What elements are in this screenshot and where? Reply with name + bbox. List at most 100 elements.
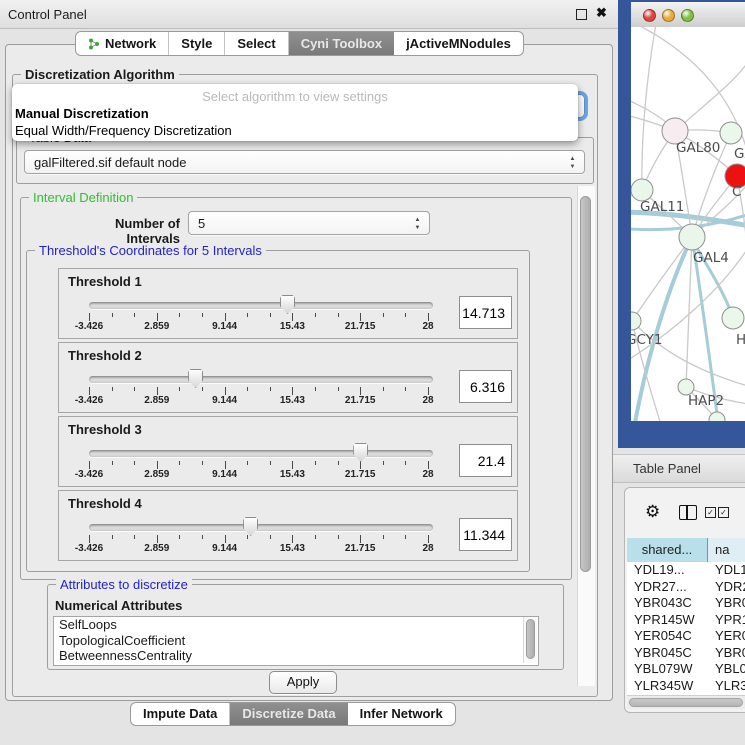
threshold-slider[interactable]: -3.4262.8599.14415.4321.71528 <box>59 269 517 338</box>
checkbox-icon[interactable]: ✓ <box>705 507 716 518</box>
cell-name[interactable]: YPR1 <box>706 612 745 629</box>
table-rows: YDL19... YDL1 YDR27... YDR2 YBR043C YBR0… <box>627 562 745 695</box>
cell-name[interactable]: YBR0 <box>706 595 745 612</box>
bottom-tab-bar: Impute Data Discretize Data Infer Networ… <box>130 702 456 726</box>
cell-shared-name[interactable]: YBR045C <box>627 645 706 662</box>
dropdown-placeholder-item[interactable]: Select algorithm to view settings <box>12 89 578 104</box>
slider-tick-label: 21.715 <box>330 469 390 480</box>
cell-shared-name[interactable]: YDL19... <box>627 562 706 579</box>
table-header-shared-name[interactable]: shared... <box>627 538 708 562</box>
slider-tick-label: 15.43 <box>262 469 322 480</box>
cell-shared-name[interactable]: YDR27... <box>627 579 706 596</box>
number-of-intervals-combo[interactable]: 5 ▲▼ <box>188 211 430 235</box>
attributes-list-scrollbar[interactable] <box>523 617 537 663</box>
table-panel-title: Table Panel <box>633 461 701 476</box>
attribute-list-item[interactable]: SelfLoops <box>54 617 538 633</box>
network-window-titlebar[interactable] <box>631 2 745 28</box>
apply-button[interactable]: Apply <box>269 671 337 694</box>
slider-track[interactable] <box>89 450 433 457</box>
numerical-attributes-list[interactable]: SelfLoopsTopologicalCoefficientBetweenne… <box>53 616 539 666</box>
columns-icon[interactable] <box>679 505 697 520</box>
tab-style[interactable]: Style <box>169 32 225 55</box>
threshold-value-field[interactable] <box>459 296 512 329</box>
table-row[interactable]: YBL079W YBL0 <box>627 661 745 678</box>
tab-jactivemnodules[interactable]: jActiveMNodules <box>394 32 523 55</box>
table-row[interactable]: YPR145W YPR1 <box>627 612 745 629</box>
tab-select[interactable]: Select <box>225 32 288 55</box>
table-horizontal-scrollbar-thumb[interactable] <box>629 698 743 707</box>
attributes-list-scrollbar-thumb[interactable] <box>526 619 535 659</box>
network-node[interactable] <box>631 312 641 330</box>
network-edge[interactable] <box>675 62 745 131</box>
dropdown-item-manual-discretization[interactable]: Manual Discretization <box>15 106 149 121</box>
threshold-slider[interactable]: -3.4262.8599.14415.4321.71528 <box>59 343 517 412</box>
table-data-combo[interactable]: galFiltered.sif default node ▲▼ <box>24 150 585 174</box>
slider-tick-label: 9.144 <box>195 469 255 480</box>
slider-tick-label: 9.144 <box>195 395 255 406</box>
cell-name[interactable]: YLR3 <box>706 678 745 695</box>
settings-scrollbar[interactable] <box>577 186 595 686</box>
table-horizontal-scrollbar[interactable] <box>627 695 745 709</box>
slider-thumb[interactable] <box>353 443 368 462</box>
window-zoom-button[interactable] <box>681 9 694 22</box>
network-graph: GAL80GACGAL11GAL4GCY1HHAP2 <box>631 27 745 421</box>
network-node[interactable] <box>720 122 742 144</box>
cell-name[interactable]: YER0 <box>706 628 745 645</box>
tab-impute-data[interactable]: Impute Data <box>131 703 230 725</box>
cell-shared-name[interactable]: YPR145W <box>627 612 706 629</box>
tab-discretize-data[interactable]: Discretize Data <box>230 703 347 725</box>
checkbox-icon[interactable]: ✓ <box>718 507 729 518</box>
table-row[interactable]: YLR345W YLR3 <box>627 678 745 695</box>
slider-thumb[interactable] <box>188 369 203 388</box>
threshold-slider[interactable]: -3.4262.8599.14415.4321.71528 <box>59 491 517 560</box>
tab-cyni-toolbox[interactable]: Cyni Toolbox <box>289 32 394 55</box>
network-node-label: C <box>732 184 741 200</box>
slider-track[interactable] <box>89 302 433 309</box>
slider-track[interactable] <box>89 524 433 531</box>
network-canvas[interactable]: GAL80GACGAL11GAL4GCY1HHAP2 <box>631 27 745 421</box>
threshold-value-field[interactable] <box>459 518 512 551</box>
attribute-list-item[interactable]: TopologicalCoefficient <box>54 633 538 649</box>
network-node[interactable] <box>631 179 653 201</box>
slider-tick <box>89 387 90 395</box>
table-row[interactable]: YDR27... YDR2 <box>627 579 745 596</box>
settings-scrollbar-thumb[interactable] <box>580 196 591 572</box>
network-node[interactable] <box>679 224 705 250</box>
attribute-list-item[interactable]: BetweennessCentrality <box>54 648 538 664</box>
cell-name[interactable]: YDR2 <box>706 579 745 596</box>
slider-tick <box>112 387 113 391</box>
cell-shared-name[interactable]: YER054C <box>627 628 706 645</box>
attributes-group-label: Attributes to discretize <box>56 577 192 592</box>
slider-tick <box>405 387 406 391</box>
window-close-button[interactable] <box>643 9 656 22</box>
threshold-value-field[interactable] <box>459 444 512 477</box>
table-row[interactable]: YER054C YER0 <box>627 628 745 645</box>
slider-thumb[interactable] <box>280 295 295 314</box>
cell-name[interactable]: YBR0 <box>706 645 745 662</box>
table-header-name[interactable]: na <box>708 538 745 562</box>
slider-track[interactable] <box>89 376 433 383</box>
slider-tick <box>247 387 248 391</box>
table-row[interactable]: YBR045C YBR0 <box>627 645 745 662</box>
table-row[interactable]: YBR043C YBR0 <box>627 595 745 612</box>
tab-network[interactable]: Network <box>76 32 169 55</box>
float-window-icon[interactable] <box>576 9 587 20</box>
cell-shared-name[interactable]: YLR345W <box>627 678 706 695</box>
threshold-value-field[interactable] <box>459 370 512 403</box>
cell-shared-name[interactable]: YBL079W <box>627 661 706 678</box>
table-row[interactable]: YDL19... YDL1 <box>627 562 745 579</box>
tab-infer-network[interactable]: Infer Network <box>348 703 455 725</box>
window-minimize-button[interactable] <box>662 9 675 22</box>
slider-tick-label: 21.715 <box>330 395 390 406</box>
cell-name[interactable]: YBL0 <box>706 661 745 678</box>
dropdown-item-equal-width[interactable]: Equal Width/Frequency Discretization <box>15 123 232 138</box>
close-icon[interactable]: ✖ <box>596 5 607 21</box>
number-of-intervals-label: Number of Intervals <box>60 216 180 246</box>
cell-shared-name[interactable]: YBR043C <box>627 595 706 612</box>
gear-icon[interactable]: ⚙ <box>645 502 660 522</box>
network-node-label: GCY1 <box>631 332 663 348</box>
threshold-slider[interactable]: -3.4262.8599.14415.4321.71528 <box>59 417 517 486</box>
cell-name[interactable]: YDL1 <box>706 562 745 579</box>
network-node[interactable] <box>722 307 744 329</box>
slider-thumb[interactable] <box>243 517 258 536</box>
